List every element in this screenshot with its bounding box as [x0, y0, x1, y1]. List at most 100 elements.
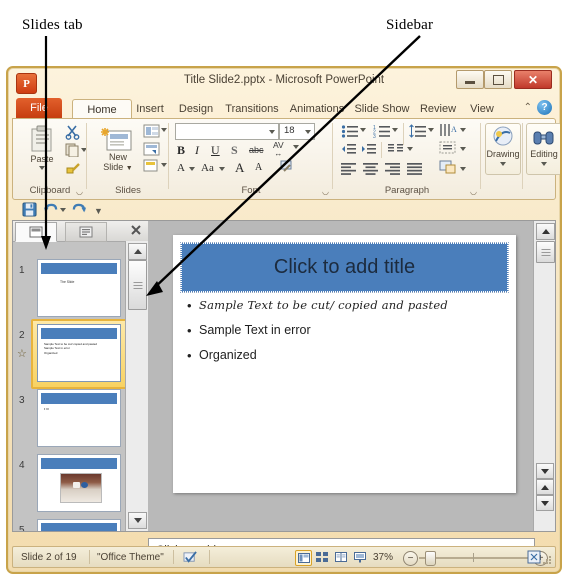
convert-to-smartart-icon[interactable]: [439, 160, 457, 174]
clipboard-dialog-launcher[interactable]: ◡: [76, 187, 84, 196]
tab-transitions[interactable]: Transitions: [216, 99, 288, 118]
character-spacing-button[interactable]: AV ↔: [273, 141, 284, 158]
decrease-indent-icon[interactable]: [341, 143, 357, 156]
font-color-dropdown-arrow-icon[interactable]: [189, 167, 195, 171]
scroll-down-button[interactable]: [128, 512, 147, 529]
minimize-button[interactable]: [456, 70, 484, 89]
next-slide-button[interactable]: [536, 495, 554, 511]
tab-home[interactable]: Home: [72, 99, 132, 119]
slides-pane-tab-slides[interactable]: [15, 222, 57, 242]
text-shadow-button[interactable]: S: [231, 143, 238, 158]
align-right-icon[interactable]: [385, 163, 401, 175]
tab-slide-show[interactable]: Slide Show: [346, 99, 418, 118]
scroll-up-button[interactable]: [536, 223, 555, 240]
reading-view-button[interactable]: [333, 550, 348, 564]
section-icon[interactable]: [143, 159, 161, 174]
section-dropdown-arrow-icon[interactable]: [161, 163, 167, 167]
redo-button[interactable]: [72, 202, 87, 217]
slides-pane-scrollbar[interactable]: [125, 241, 148, 531]
font-name-input[interactable]: [175, 123, 279, 140]
drawing-dropdown-arrow-icon[interactable]: [500, 162, 506, 166]
scroll-up-small-button[interactable]: [536, 479, 554, 495]
font-size-dropdown-arrow-icon[interactable]: [305, 130, 311, 134]
align-text-dropdown-arrow-icon[interactable]: [460, 147, 466, 151]
slide-bullet-1[interactable]: • Sample Text to be cut/ copied and past…: [187, 297, 506, 314]
character-spacing-dropdown-arrow-icon[interactable]: [293, 145, 299, 149]
slide-bullet-3[interactable]: • Organized: [187, 347, 506, 364]
italic-button[interactable]: I: [195, 143, 199, 158]
customize-qat-button[interactable]: ▼: [94, 206, 103, 216]
align-text-icon[interactable]: [439, 141, 457, 155]
bold-button[interactable]: B: [177, 143, 185, 158]
paste-dropdown-arrow-icon[interactable]: [39, 166, 45, 170]
reset-slide-icon[interactable]: [143, 142, 161, 157]
bullets-dropdown-arrow-icon[interactable]: [360, 128, 366, 132]
slide-thumbnail-5[interactable]: 5: [13, 517, 126, 531]
font-color-button[interactable]: A: [177, 162, 185, 174]
columns-dropdown-arrow-icon[interactable]: [407, 147, 413, 151]
slide-thumbnail-2[interactable]: 2 ☆ Sample Text to be cut/ copied and pa…: [13, 319, 126, 389]
cut-icon[interactable]: [65, 124, 81, 140]
scrollbar-thumb[interactable]: [536, 241, 555, 263]
text-direction-icon[interactable]: A: [439, 123, 459, 137]
change-case-dropdown-arrow-icon[interactable]: [219, 167, 225, 171]
paste-button[interactable]: Paste: [21, 123, 63, 175]
drawing-button[interactable]: Drawing: [485, 123, 521, 175]
slide-canvas[interactable]: Click to add title • Sample Text to be c…: [173, 235, 516, 493]
tab-view[interactable]: View: [458, 99, 506, 118]
font-dialog-launcher[interactable]: ◡: [322, 187, 330, 196]
text-direction-dropdown-arrow-icon[interactable]: [460, 128, 466, 132]
bullets-icon[interactable]: [341, 124, 359, 138]
tab-animations[interactable]: Animations: [280, 99, 354, 118]
align-left-icon[interactable]: [341, 163, 357, 175]
line-spacing-icon[interactable]: [409, 124, 427, 138]
tab-file[interactable]: File: [16, 98, 62, 118]
normal-view-button[interactable]: [295, 550, 312, 566]
underline-button[interactable]: U: [211, 143, 220, 158]
main-vertical-scrollbar[interactable]: [533, 221, 555, 531]
paragraph-dialog-launcher[interactable]: ◡: [470, 187, 478, 196]
new-slide-button[interactable]: New Slide ▼: [95, 123, 141, 177]
slides-pane-tab-outline[interactable]: [65, 222, 107, 242]
undo-button[interactable]: [43, 202, 58, 217]
zoom-slider-handle[interactable]: [425, 551, 436, 566]
font-name-dropdown-arrow-icon[interactable]: [269, 130, 275, 134]
slide-thumbnail-4[interactable]: 4: [13, 452, 126, 512]
align-center-icon[interactable]: [363, 163, 379, 175]
fit-to-window-button[interactable]: [527, 550, 541, 564]
slide-sorter-view-button[interactable]: [314, 550, 329, 564]
scrollbar-thumb[interactable]: [128, 260, 147, 310]
slide-layout-dropdown-arrow-icon[interactable]: [161, 128, 167, 132]
undo-dropdown-arrow-icon[interactable]: [60, 208, 66, 212]
help-icon[interactable]: ?: [537, 100, 552, 115]
slide-body-placeholder[interactable]: • Sample Text to be cut/ copied and past…: [187, 297, 506, 372]
close-pane-button[interactable]: [130, 224, 142, 236]
numbering-dropdown-arrow-icon[interactable]: [392, 128, 398, 132]
slide-bullet-2[interactable]: • Sample Text in error: [187, 322, 506, 339]
columns-icon[interactable]: [387, 143, 405, 156]
clear-formatting-icon[interactable]: [279, 160, 297, 176]
editing-button[interactable]: Editing: [526, 123, 560, 175]
copy-icon[interactable]: [65, 143, 81, 157]
slide-title-placeholder[interactable]: Click to add title: [180, 242, 509, 293]
spellcheck-icon[interactable]: [183, 551, 198, 564]
line-spacing-dropdown-arrow-icon[interactable]: [428, 128, 434, 132]
smartart-dropdown-arrow-icon[interactable]: [460, 167, 466, 171]
increase-indent-icon[interactable]: [361, 143, 377, 156]
previous-slide-button[interactable]: [536, 463, 554, 479]
increase-font-size-button[interactable]: A: [235, 160, 244, 176]
justify-icon[interactable]: [407, 163, 423, 175]
save-button[interactable]: [22, 202, 37, 217]
slide-thumbnail-list[interactable]: 1 The Slide 2 ☆ Sample Text to be cut/ c…: [13, 241, 126, 531]
editing-dropdown-arrow-icon[interactable]: [541, 162, 547, 166]
font-size-input[interactable]: 18: [279, 123, 315, 140]
slide-thumbnail-1[interactable]: 1 The Slide: [13, 257, 126, 317]
slideshow-view-button[interactable]: [352, 550, 367, 564]
resize-grip-icon[interactable]: [542, 555, 552, 565]
strikethrough-button[interactable]: abc: [249, 145, 264, 155]
numbering-icon[interactable]: 123: [373, 124, 391, 138]
maximize-button[interactable]: [484, 70, 512, 89]
decrease-font-size-button[interactable]: A: [255, 162, 262, 173]
slide-layout-icon[interactable]: [143, 124, 161, 139]
slide-thumbnail-3[interactable]: 3 • ••: [13, 387, 126, 447]
